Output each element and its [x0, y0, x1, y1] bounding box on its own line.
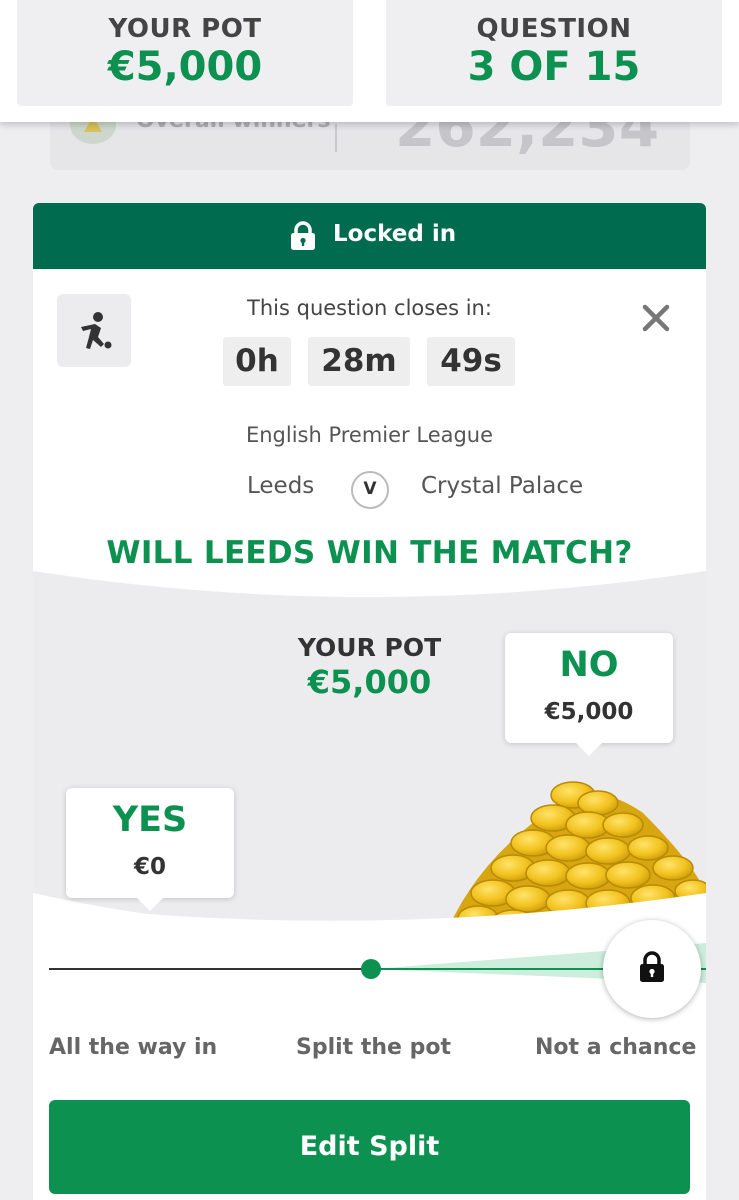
close-icon[interactable] [639, 301, 673, 335]
pot-stat-label: YOUR POT [108, 14, 262, 44]
slider-label-split: Split the pot [296, 1035, 451, 1060]
versus-badge: V [351, 471, 389, 509]
slider-label-not-a-chance: Not a chance [535, 1035, 697, 1060]
closes-label: This question closes in: [247, 296, 492, 320]
yes-label: YES [112, 800, 188, 840]
yes-bubble: YES €0 [66, 788, 234, 911]
lock-icon [291, 221, 315, 250]
no-label: NO [559, 645, 619, 685]
edit-split-button[interactable]: Edit Split [49, 1100, 690, 1194]
lock-icon [640, 951, 664, 982]
question-stat-value: 3 OF 15 [467, 44, 641, 90]
top-stats-bar: YOUR POT €5,000 QUESTION 3 OF 15 [0, 0, 739, 122]
slider-label-all-in: All the way in [49, 1035, 218, 1060]
pot-stat-value: €5,000 [107, 44, 263, 90]
slider-lock-handle[interactable] [603, 920, 701, 1018]
locked-in-label: Locked in [333, 221, 457, 247]
timer-minutes: 28m [308, 337, 410, 386]
home-team: Leeds [247, 473, 315, 499]
locked-in-banner: Locked in [33, 203, 706, 269]
question-stat-label: QUESTION [476, 14, 632, 44]
question-card: Locked in This question closes in: 0h 28… [33, 203, 706, 1200]
no-bubble: NO €5,000 [505, 633, 673, 756]
yes-value: €0 [133, 854, 166, 880]
divider [335, 124, 337, 152]
timer-seconds: 49s [427, 337, 515, 386]
timer-hours: 0h [223, 337, 291, 386]
question-text: WILL LEEDS WIN THE MATCH? [106, 535, 633, 571]
question-stat: QUESTION 3 OF 15 [386, 0, 722, 106]
away-team: Crystal Palace [421, 473, 584, 499]
no-value: €5,000 [544, 699, 634, 725]
pot-stat: YOUR POT €5,000 [17, 0, 353, 106]
slider-midpoint[interactable] [361, 959, 381, 979]
league-name: English Premier League [245, 423, 494, 447]
